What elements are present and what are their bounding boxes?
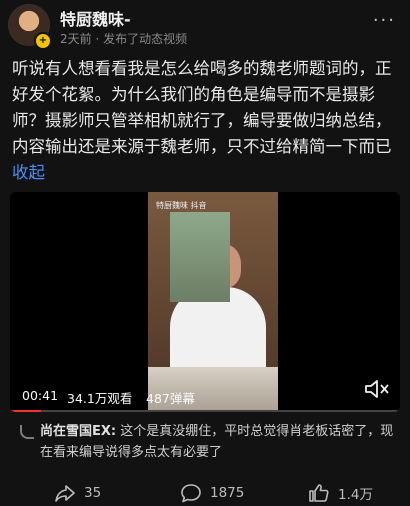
video-player[interactable]: 特厨魏味 抖音 00:41 34.1万观看 487弹幕 — [10, 192, 400, 412]
post-header: + 特厨魏味- 2天前 · 发布了动态视频 ··· — [0, 0, 410, 52]
like-button[interactable]: 1.4万 — [308, 482, 373, 504]
share-icon — [54, 483, 76, 503]
comment-icon — [180, 483, 202, 503]
mute-icon[interactable] — [364, 378, 390, 400]
reply-icon — [20, 425, 34, 439]
share-button[interactable]: 35 — [54, 482, 101, 504]
video-watermark: 特厨魏味 抖音 — [156, 201, 207, 210]
follow-badge-icon[interactable]: + — [34, 32, 52, 50]
video-danmu[interactable]: 487弹幕 — [146, 388, 195, 407]
more-icon[interactable]: ··· — [373, 10, 396, 31]
like-count: 1.4万 — [338, 487, 373, 503]
comment-user[interactable]: 尚在雪国EX: — [40, 424, 116, 439]
video-views: 34.1万观看 — [67, 391, 133, 406]
comment-count: 1875 — [210, 485, 245, 501]
comment-button[interactable]: 1875 — [180, 482, 244, 504]
post-body: 听说有人想看看我是怎么给喝多的魏老师题词的，正好发个花絮。为什么我们的角色是编导… — [12, 59, 392, 156]
author-name[interactable]: 特厨魏味- — [60, 6, 131, 30]
video-progress-fill — [10, 410, 42, 412]
share-count: 35 — [84, 485, 102, 501]
post-text: 听说有人想看看我是怎么给喝多的魏老师题词的，正好发个花絮。为什么我们的角色是编导… — [12, 56, 400, 186]
post-meta: 2天前 · 发布了动态视频 — [60, 32, 188, 46]
comment-body: 尚在雪国EX: 这个是真没绷住，平时总觉得肖老板话密了，现在看来编导说得多点太有… — [40, 421, 400, 463]
like-icon — [308, 483, 330, 503]
collapse-link[interactable]: 收起 — [12, 163, 45, 182]
top-comment[interactable]: 尚在雪国EX: 这个是真没绷住，平时总觉得肖老板话密了，现在看来编导说得多点太有… — [10, 421, 400, 463]
video-progress-bar[interactable] — [10, 410, 400, 412]
video-time: 00:41 — [22, 388, 59, 403]
action-bar: 35 1875 1.4万 — [0, 480, 410, 506]
video-window — [170, 212, 230, 302]
